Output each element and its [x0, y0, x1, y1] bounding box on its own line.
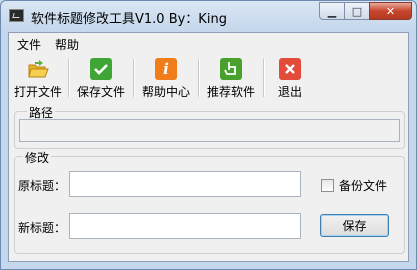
new-title-field[interactable]: [69, 213, 301, 239]
maximize-button[interactable]: □: [344, 2, 370, 20]
save-file-label: 保存文件: [76, 85, 125, 99]
info-icon: i: [155, 58, 177, 80]
menu-file[interactable]: 文件: [17, 36, 41, 53]
backup-checkbox[interactable]: [321, 179, 334, 192]
app-window: 软件标题修改工具V1.0 By：King ▁ □ ✕ 文件 帮助 打开文件 保存…: [0, 0, 417, 270]
title-bar[interactable]: 软件标题修改工具V1.0 By：King ▁ □ ✕: [1, 1, 416, 32]
hand-pointer-icon: [220, 58, 242, 80]
window-title: 软件标题修改工具V1.0 By：King: [31, 12, 227, 27]
save-file-button[interactable]: 保存文件: [73, 55, 129, 103]
path-group: 路径: [14, 104, 405, 149]
toolbar-separator: [198, 59, 200, 97]
path-field[interactable]: [19, 119, 400, 142]
close-icon: [279, 58, 301, 80]
client-area: 文件 帮助 打开文件 保存文件 i 帮助中心 推荐软件 退出 路径 修改 原标题…: [8, 32, 409, 262]
exit-label: 退出: [277, 85, 302, 99]
close-icon: ✕: [385, 4, 396, 18]
maximize-icon: □: [351, 4, 363, 18]
toolbar-separator: [68, 59, 70, 97]
open-file-label: 打开文件: [13, 85, 62, 99]
open-file-button[interactable]: 打开文件: [12, 55, 64, 103]
minimize-button[interactable]: ▁: [319, 2, 345, 20]
modify-group: 修改 原标题： 备份文件 新标题： 保存: [14, 149, 405, 254]
menu-bar: 文件 帮助: [9, 33, 408, 53]
new-title-label: 新标题：: [18, 221, 67, 235]
help-center-label: 帮助中心: [141, 85, 190, 99]
close-button[interactable]: ✕: [369, 2, 412, 20]
recommend-software-button[interactable]: 推荐软件: [203, 55, 259, 103]
app-icon[interactable]: [9, 9, 24, 22]
exit-button[interactable]: 退出: [268, 55, 312, 103]
folder-open-icon: [27, 58, 49, 80]
checkmark-icon: [90, 58, 112, 80]
toolbar: 打开文件 保存文件 i 帮助中心 推荐软件 退出: [9, 53, 408, 105]
menu-help[interactable]: 帮助: [55, 36, 79, 53]
minimize-icon: ▁: [327, 4, 337, 18]
modify-group-label: 修改: [23, 149, 52, 166]
original-title-field[interactable]: [69, 171, 301, 197]
save-button[interactable]: 保存: [320, 214, 389, 237]
help-center-button[interactable]: i 帮助中心: [138, 55, 194, 103]
recommend-software-label: 推荐软件: [206, 85, 255, 99]
toolbar-separator: [133, 59, 135, 97]
toolbar-separator: [263, 59, 265, 97]
original-title-label: 原标题：: [18, 179, 67, 193]
backup-label[interactable]: 备份文件: [339, 177, 387, 194]
